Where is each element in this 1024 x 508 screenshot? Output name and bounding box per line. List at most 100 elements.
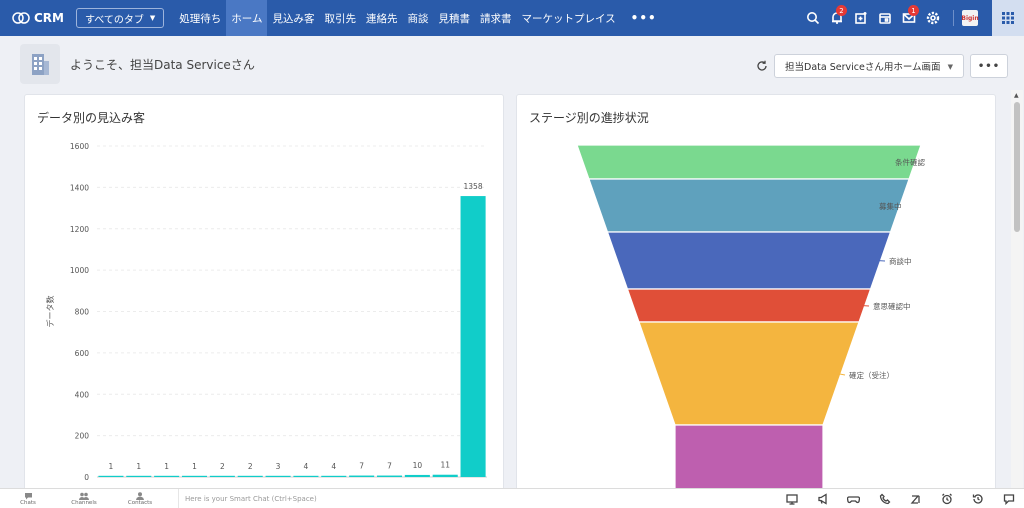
crm-logo-icon [12,12,30,24]
funnel-stage-label: 意思確認中 [873,301,911,311]
apps-grid-icon[interactable] [992,0,1024,36]
history-icon[interactable] [962,489,993,508]
contact-icon [136,491,144,500]
leads-by-data-card: データ別の見込み客 0 200 400 600 800 1000 1200 1400 1600 デ… [24,94,504,494]
bar-data-label: 2 [248,462,253,471]
chats-button[interactable]: Chats [0,492,56,506]
bar[interactable] [293,475,319,477]
y-axis-label: データ数 [45,296,55,328]
contacts-label: Contacts [127,499,153,506]
bell-icon[interactable]: 2 [825,0,849,36]
nav-tab-4[interactable]: 連絡先 [361,0,403,36]
bar[interactable] [181,475,208,477]
y-tick-label: 1200 [70,225,89,234]
funnel-segment[interactable] [626,288,872,323]
avatar[interactable]: Bigin [961,10,979,26]
crm-logo[interactable]: CRM [0,11,72,25]
bar-data-label: 1 [136,462,141,471]
bar[interactable] [432,474,458,477]
scroll-thumb[interactable] [1014,102,1020,232]
y-tick-label: 200 [75,432,90,441]
y-tick-label: 1400 [70,183,89,192]
gear-icon[interactable] [921,0,945,36]
welcome-text: ようこそ、担当Data Serviceさん [70,57,255,72]
calendar-icon[interactable] [873,0,897,36]
nav-tab-1[interactable]: ホーム [226,0,268,36]
refresh-icon[interactable] [754,56,770,76]
funnel-leader-line [876,260,886,262]
bar-data-label: 10 [413,461,423,470]
nav-tab-2[interactable]: 見込み客 [267,0,319,36]
bar-data-label: 1 [164,462,169,471]
bottom-tools [776,489,1024,508]
nav-tab-7[interactable]: 請求書 [475,0,517,36]
alarm-icon[interactable] [931,489,962,508]
nav-tab-5[interactable]: 商談 [402,0,433,36]
bar-data-label: 7 [359,462,364,471]
y-tick-label: 600 [75,349,90,358]
channels-button[interactable]: Channels [56,492,112,506]
y-tick-label: 0 [84,473,89,482]
smart-chat-input[interactable]: Here is your Smart Chat (Ctrl+Space) [178,488,317,508]
stage-progress-card: ステージ別の進捗状況 条件確認 募集中 商談中 意思確認中 確定（受注） [516,94,996,494]
bar[interactable] [237,475,263,477]
chevron-down-icon: ▼ [947,63,953,71]
funnel-segment[interactable] [588,178,910,233]
avatar-label: Bigin [961,14,979,22]
funnel-segment[interactable] [606,231,892,290]
megaphone-icon[interactable] [807,489,838,508]
bar[interactable] [154,475,180,477]
bar-data-label: 11 [440,461,450,470]
nav-tab-8[interactable]: マーケットプレイス [516,0,620,36]
all-tabs-dropdown[interactable]: すべてのタブ ▼ [76,8,165,28]
bar-data-label: 3 [276,462,281,471]
bar-data-label: 4 [331,462,336,471]
leads-bar-chart: 02004006008001000120014001600データ数1 1 1 1 2 2 3… [45,142,487,482]
funnel-segment[interactable] [576,144,922,180]
chevron-down-icon: ▼ [149,14,156,22]
zia-icon[interactable] [900,489,931,508]
stage-funnel-chart: 条件確認募集中商談中意思確認中確定（受注） [576,144,925,494]
nav-tab-6[interactable]: 見積書 [433,0,475,36]
channels-icon [79,492,89,500]
bar-data-label: 1 [192,462,197,471]
y-tick-label: 400 [75,390,90,399]
mail-icon[interactable]: 1 [897,0,921,36]
search-icon[interactable] [801,0,825,36]
funnel-stage-label: 確定（受注） [849,370,894,380]
funnel-segment[interactable] [674,424,824,494]
bar-data-label: 7 [387,462,392,471]
gamepad-icon[interactable] [838,489,869,508]
crm-logo-text: CRM [34,11,64,25]
funnel-segment[interactable] [638,321,860,426]
nav-tab-0[interactable]: 処理待ち [174,0,226,36]
bar-data-label: 1 [109,462,114,471]
bar[interactable] [376,475,403,477]
bar[interactable] [460,196,486,477]
bar[interactable] [209,475,235,477]
chats-label: Chats [20,499,36,506]
bar[interactable] [126,475,152,477]
home-view-select[interactable]: 担当Data Serviceさん用ホーム画面 ▼ [774,54,964,78]
funnel-leader-line [860,305,870,307]
bar[interactable] [404,474,430,477]
bar[interactable] [349,475,375,477]
more-tabs-icon[interactable]: ••• [621,11,667,25]
bottom-bar: Chats Channels Contacts Here is your Sma… [0,488,1024,508]
phone-icon[interactable] [869,489,900,508]
page-scrollbar[interactable]: ▲ [1011,90,1023,490]
bar[interactable] [321,475,347,477]
bar[interactable] [98,475,124,477]
home-view-label: 担当Data Serviceさん用ホーム画面 [785,62,941,73]
bar-data-label: 4 [304,462,309,471]
nav-tab-3[interactable]: 取引先 [319,0,361,36]
screen-share-icon[interactable] [776,489,807,508]
bar-data-label: 2 [220,462,225,471]
scroll-up-icon[interactable]: ▲ [1014,92,1019,99]
more-options-button[interactable]: ••• [970,54,1008,78]
chat-bubble-icon[interactable] [993,489,1024,508]
contacts-button[interactable]: Contacts [112,491,168,506]
bar[interactable] [265,475,291,477]
add-record-icon[interactable] [849,0,873,36]
y-tick-label: 1000 [70,266,89,275]
